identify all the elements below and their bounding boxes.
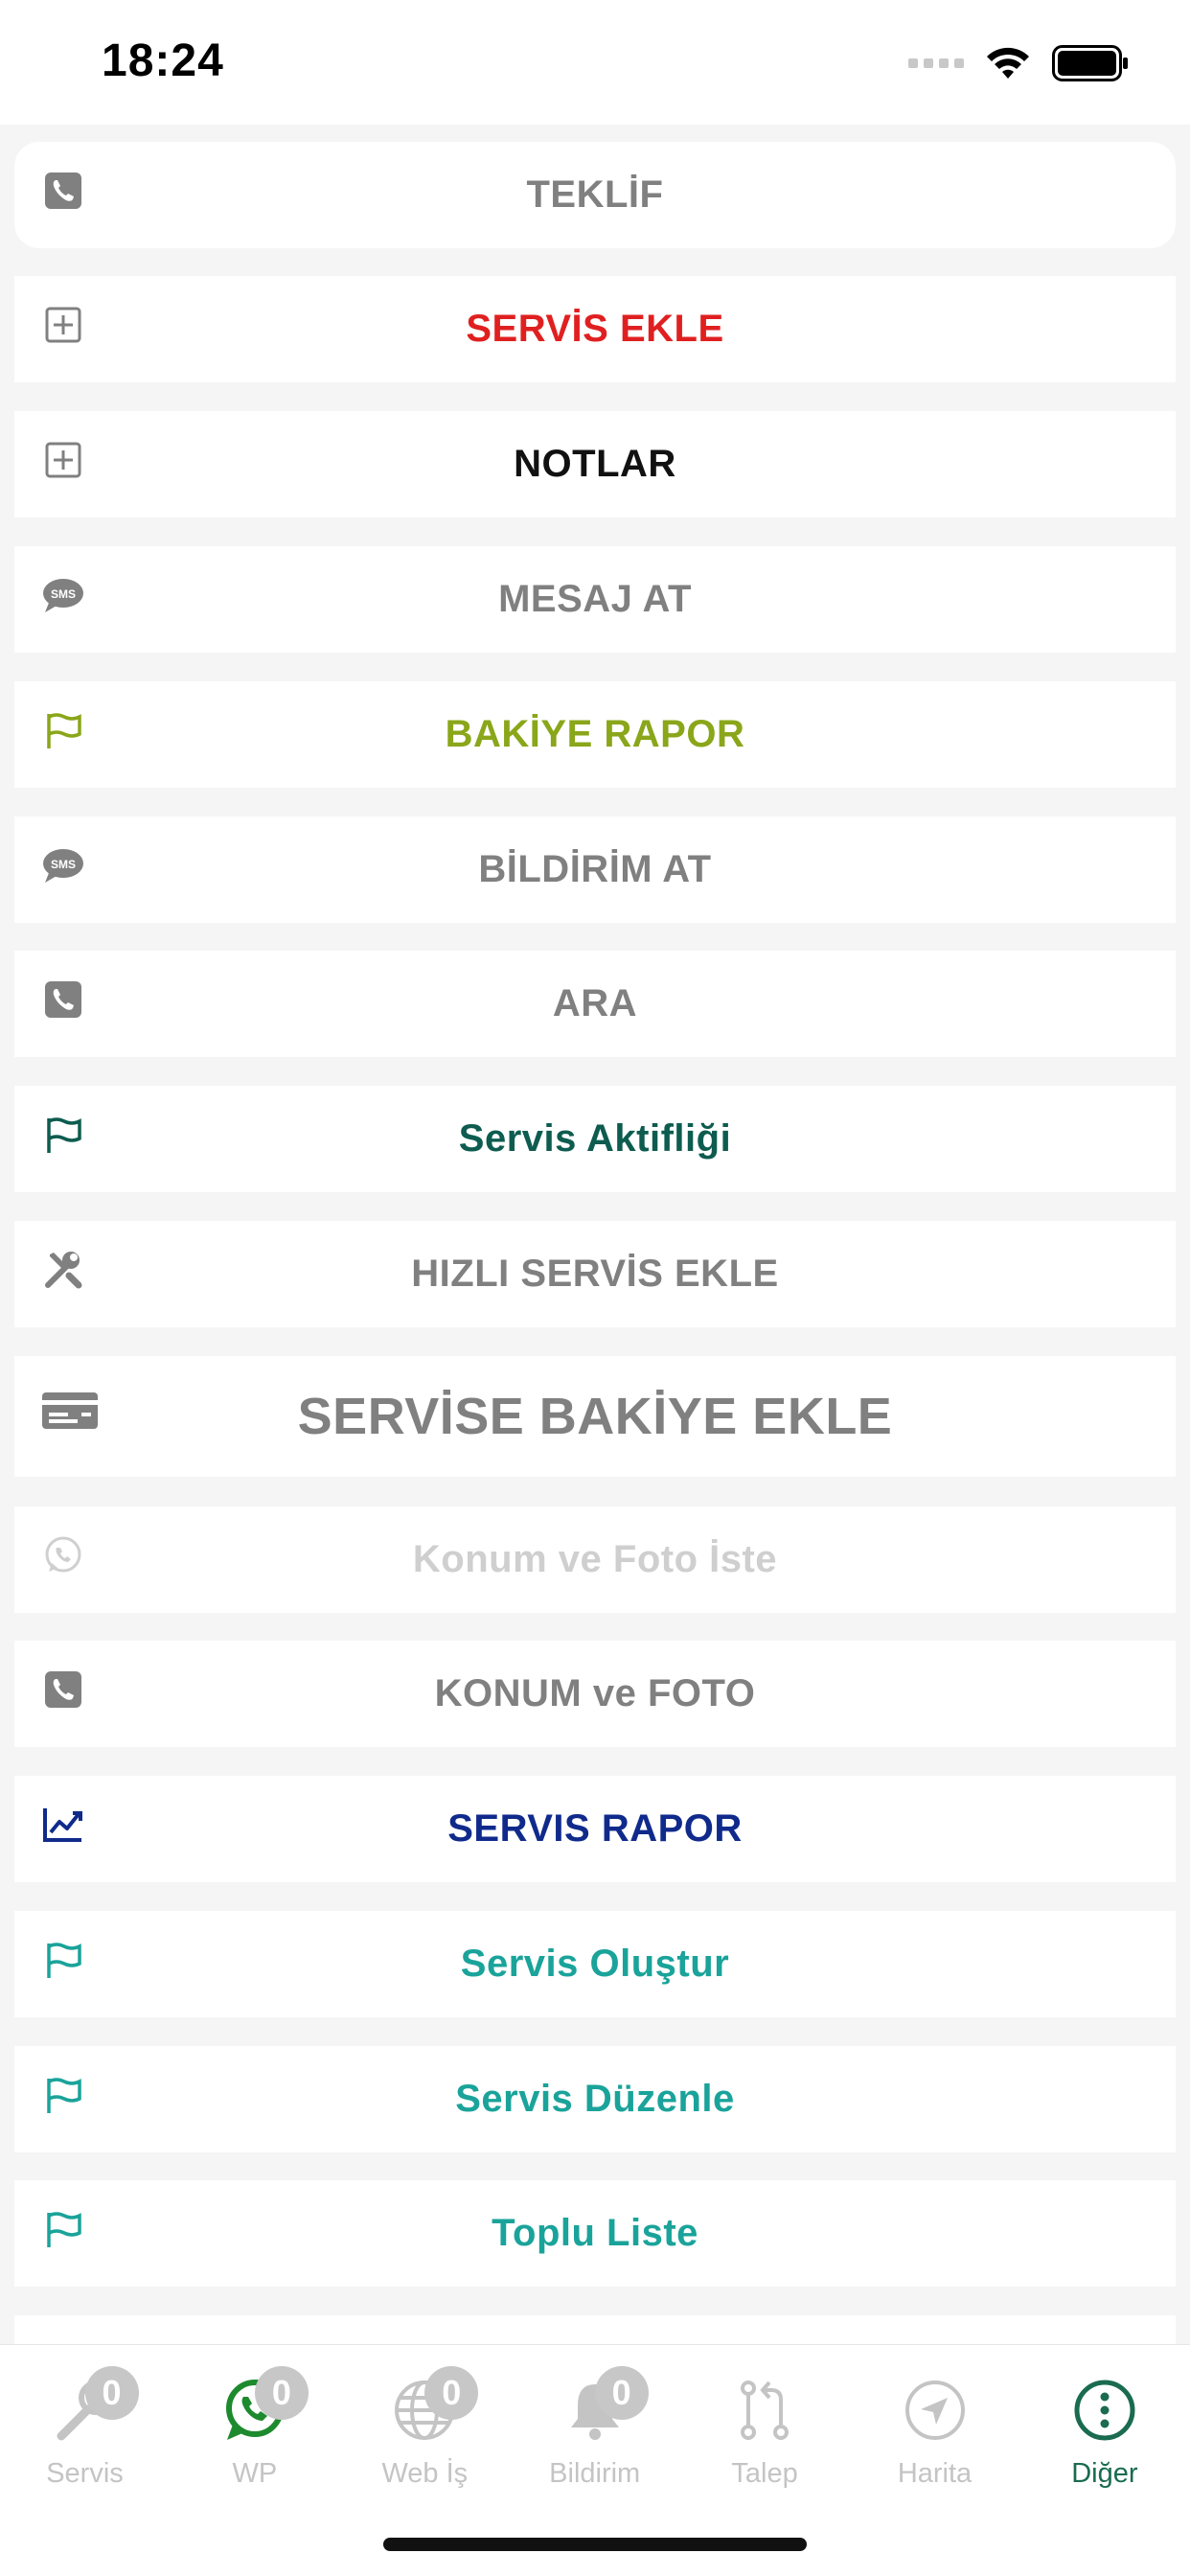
tab-wp[interactable]: 0 WP [170, 2345, 339, 2518]
menu-item[interactable]: TEKLİF [14, 142, 1176, 248]
menu-item[interactable]: SMS MESAJ AT [14, 546, 1176, 653]
menu-item[interactable]: NOTLAR [14, 411, 1176, 518]
menu-item[interactable]: BAKİYE RAPOR [14, 681, 1176, 788]
menu-item[interactable]: HIZLI SERVİS EKLE [14, 1221, 1176, 1327]
badge-count: 0 [424, 2366, 479, 2420]
menu-item[interactable]: Servis Düzenle [14, 2046, 1176, 2152]
tab-label: Diğer [1071, 2458, 1138, 2489]
menu-item-label: HIZLI SERVİS EKLE [411, 1253, 779, 1295]
tab-web-i-ş[interactable]: 0 Web İş [340, 2345, 510, 2518]
tab-servis[interactable]: 0 Servis [0, 2345, 170, 2518]
menu-item-label: ARA [552, 982, 638, 1024]
menu-item[interactable]: Servis Oluştur [14, 1911, 1176, 2017]
menu-item-label: MESAJ AT [498, 578, 692, 620]
menu-item[interactable]: SMS BİLDİRİM AT [14, 816, 1176, 923]
menu-item-label: TEKLİF [526, 173, 664, 216]
menu-item-label: BİLDİRİM AT [478, 848, 712, 890]
tab-diğer[interactable]: Diğer [1019, 2345, 1189, 2518]
menu-item[interactable]: Servis Aktifliği [14, 1086, 1176, 1192]
navigation-icon [902, 2377, 969, 2449]
tab-bildirim[interactable]: 0 Bildirim [510, 2345, 679, 2518]
status-time: 18:24 [102, 35, 224, 86]
battery-icon [1052, 45, 1128, 81]
tab-label: Servis [46, 2458, 124, 2489]
menu-item[interactable]: SERVIS RAPOR [14, 1776, 1176, 1882]
menu-item[interactable]: SERVİS EKLE [14, 276, 1176, 382]
menu-item[interactable]: KONUM ve FOTO [14, 1641, 1176, 1747]
status-bar: 18:24 [0, 0, 1190, 125]
menu-item-label: Servis Oluştur [460, 1943, 730, 1985]
menu-item[interactable]: ARA [14, 951, 1176, 1057]
menu-item[interactable]: SERVİSE BAKİYE EKLE [14, 1356, 1176, 1477]
menu-item-label: Toplu Liste [492, 2212, 698, 2254]
menu-item[interactable]: Konum ve Foto İste [14, 1506, 1176, 1613]
badge-count: 0 [594, 2366, 649, 2420]
menu-item-label: Konum ve Foto İste [412, 1538, 778, 1580]
menu-item-label: Servis Aktifliği [458, 1117, 732, 1160]
menu-item-label: BAKİYE RAPOR [445, 713, 745, 755]
menu-item-label: SERVİS EKLE [466, 308, 724, 350]
tab-talep[interactable]: Talep [680, 2345, 850, 2518]
cellular-signal-icon [908, 58, 964, 68]
home-indicator [383, 2538, 807, 2551]
menu-item-label: KONUM ve FOTO [434, 1672, 756, 1714]
menu-item[interactable]: Toplu Liste [14, 2180, 1176, 2287]
menu-item-partial[interactable] [14, 2315, 1176, 2344]
menu-item-label: SERVIS RAPOR [447, 1807, 743, 1850]
menu-item-label: Servis Düzenle [455, 2078, 735, 2120]
tab-label: Bildirim [549, 2458, 641, 2489]
badge-count: 0 [254, 2366, 309, 2420]
pull-request-icon [731, 2377, 798, 2449]
menu-list[interactable]: TEKLİF SERVİS EKLE NOTLAR SMS MESAJ AT BAKİYE… [0, 125, 1190, 2344]
tab-label: Harita [897, 2458, 973, 2489]
tab-harita[interactable]: Harita [850, 2345, 1019, 2518]
menu-item-label: NOTLAR [514, 443, 676, 485]
status-icons [908, 42, 1129, 84]
tab-label: Web İş [381, 2458, 469, 2489]
wifi-icon [987, 47, 1029, 79]
tab-label: Talep [731, 2458, 798, 2489]
tab-label: WP [232, 2458, 278, 2489]
more-vertical-icon [1071, 2377, 1138, 2449]
badge-count: 0 [84, 2366, 139, 2420]
menu-item-label: SERVİSE BAKİYE EKLE [297, 1388, 893, 1445]
